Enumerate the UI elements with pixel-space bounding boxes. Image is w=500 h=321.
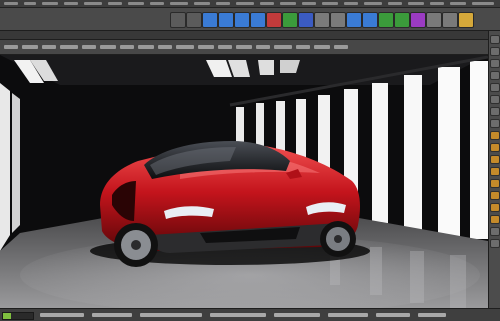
palette-button[interactable] bbox=[490, 191, 500, 200]
view-menu-item[interactable] bbox=[296, 45, 310, 49]
render-icon[interactable] bbox=[314, 12, 330, 28]
light-icon[interactable] bbox=[458, 12, 474, 28]
palette-button[interactable] bbox=[490, 59, 500, 68]
render-status-bar bbox=[0, 308, 500, 321]
palette-button[interactable] bbox=[490, 119, 500, 128]
palette-button[interactable] bbox=[490, 227, 500, 236]
menu-item[interactable] bbox=[430, 2, 444, 5]
status-readout bbox=[140, 313, 202, 317]
undo-icon[interactable] bbox=[170, 12, 186, 28]
scale-icon[interactable] bbox=[234, 12, 250, 28]
view-menu-item[interactable] bbox=[256, 45, 270, 49]
view-menu-item[interactable] bbox=[198, 45, 214, 49]
axis-x-icon[interactable] bbox=[266, 12, 282, 28]
menu-item[interactable] bbox=[280, 2, 296, 5]
status-readout bbox=[418, 313, 446, 317]
menu-item[interactable] bbox=[108, 2, 122, 5]
palette-button[interactable] bbox=[490, 83, 500, 92]
deformer-icon[interactable] bbox=[410, 12, 426, 28]
status-readout bbox=[210, 313, 266, 317]
view-menu-item[interactable] bbox=[334, 45, 348, 49]
palette-button[interactable] bbox=[490, 179, 500, 188]
menu-item[interactable] bbox=[260, 2, 274, 5]
render-progress-fill bbox=[3, 313, 11, 319]
floor-icon[interactable] bbox=[426, 12, 442, 28]
status-readout bbox=[328, 313, 368, 317]
cube-icon[interactable] bbox=[346, 12, 362, 28]
status-readout bbox=[92, 313, 132, 317]
palette-button[interactable] bbox=[490, 143, 500, 152]
palette-button[interactable] bbox=[490, 215, 500, 224]
view-menu-item[interactable] bbox=[138, 45, 154, 49]
menu-item[interactable] bbox=[302, 2, 316, 5]
view-menu-item[interactable] bbox=[22, 45, 38, 49]
view-menu-item[interactable] bbox=[158, 45, 172, 49]
viewport-menu-bar bbox=[0, 40, 488, 55]
palette-button[interactable] bbox=[490, 47, 500, 56]
palette-button[interactable] bbox=[490, 131, 500, 140]
palette-button[interactable] bbox=[490, 155, 500, 164]
axis-z-icon[interactable] bbox=[298, 12, 314, 28]
menu-item[interactable] bbox=[64, 2, 78, 5]
menu-item[interactable] bbox=[344, 2, 358, 5]
palette-button[interactable] bbox=[490, 239, 500, 248]
menu-item[interactable] bbox=[194, 2, 210, 5]
menu-item[interactable] bbox=[150, 2, 164, 5]
menu-bar bbox=[0, 0, 500, 8]
render-progress-bar bbox=[2, 312, 34, 320]
menu-item[interactable] bbox=[450, 2, 466, 5]
pen-icon[interactable] bbox=[362, 12, 378, 28]
palette-button[interactable] bbox=[490, 71, 500, 80]
view-menu-item[interactable] bbox=[176, 45, 194, 49]
palette-button[interactable] bbox=[490, 95, 500, 104]
menu-item[interactable] bbox=[128, 2, 144, 5]
tool-palette bbox=[488, 31, 500, 308]
view-menu-item[interactable] bbox=[274, 45, 292, 49]
view-menu-item[interactable] bbox=[42, 45, 56, 49]
view-menu-item[interactable] bbox=[100, 45, 116, 49]
menu-item[interactable] bbox=[322, 2, 338, 5]
cloner-icon[interactable] bbox=[394, 12, 410, 28]
view-menu-item[interactable] bbox=[236, 45, 252, 49]
menu-item[interactable] bbox=[4, 2, 18, 5]
menu-item[interactable] bbox=[408, 2, 424, 5]
status-readout bbox=[40, 313, 84, 317]
view-menu-item[interactable] bbox=[82, 45, 96, 49]
menu-item[interactable] bbox=[216, 2, 230, 5]
select-icon[interactable] bbox=[202, 12, 218, 28]
view-menu-item[interactable] bbox=[120, 45, 134, 49]
camera-icon[interactable] bbox=[442, 12, 458, 28]
palette-button[interactable] bbox=[490, 35, 500, 44]
rendered-scene bbox=[0, 55, 488, 308]
subdivision-icon[interactable] bbox=[378, 12, 394, 28]
menu-item[interactable] bbox=[364, 2, 382, 5]
rotate-icon[interactable] bbox=[250, 12, 266, 28]
view-menu-item[interactable] bbox=[4, 45, 18, 49]
tab-bar bbox=[0, 31, 488, 40]
axis-y-icon[interactable] bbox=[282, 12, 298, 28]
render-viewport[interactable] bbox=[0, 55, 488, 308]
menu-item[interactable] bbox=[236, 2, 254, 5]
redo-icon[interactable] bbox=[186, 12, 202, 28]
menu-item[interactable] bbox=[42, 2, 58, 5]
move-icon[interactable] bbox=[218, 12, 234, 28]
palette-button[interactable] bbox=[490, 203, 500, 212]
render-settings-icon[interactable] bbox=[330, 12, 346, 28]
view-menu-item[interactable] bbox=[60, 45, 78, 49]
main-toolbar bbox=[0, 8, 500, 31]
menu-item[interactable] bbox=[24, 2, 36, 5]
status-readout bbox=[376, 313, 410, 317]
status-readout bbox=[274, 313, 320, 317]
menu-item[interactable] bbox=[170, 2, 188, 5]
menu-item[interactable] bbox=[388, 2, 402, 5]
palette-button[interactable] bbox=[490, 107, 500, 116]
menu-item[interactable] bbox=[84, 2, 102, 5]
view-menu-item[interactable] bbox=[218, 45, 232, 49]
menu-item[interactable] bbox=[472, 2, 494, 5]
palette-button[interactable] bbox=[490, 167, 500, 176]
view-menu-item[interactable] bbox=[314, 45, 330, 49]
